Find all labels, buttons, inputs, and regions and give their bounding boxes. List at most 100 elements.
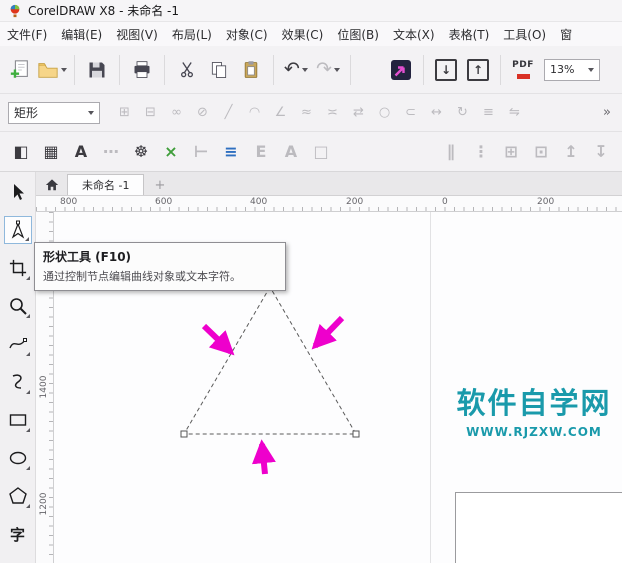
ellipse-tool[interactable] (4, 444, 32, 472)
menu-text[interactable]: 文本(X) (386, 26, 442, 43)
undo-button[interactable]: ↶ (281, 52, 311, 88)
caret-down-icon[interactable] (302, 68, 308, 72)
copy-button[interactable] (204, 52, 234, 88)
document-tabbar: 未命名 -1 + (36, 172, 622, 196)
smooth-node-icon[interactable]: ≈ (295, 101, 318, 124)
crop-tool[interactable] (4, 254, 32, 282)
import-icon: ↓ (435, 59, 457, 81)
redo-button[interactable]: ↷ (313, 52, 343, 88)
rectangle-tool[interactable] (4, 406, 32, 434)
group-objects-icon[interactable]: ⊞ (498, 139, 524, 165)
text-tool[interactable]: 字 (4, 520, 32, 548)
document-close-icon[interactable]: × (158, 139, 184, 165)
toolbar-separator (164, 55, 165, 85)
hruler-label: 800 (60, 197, 77, 207)
home-tab-button[interactable] (41, 175, 63, 195)
standard-toolbar: ↶ ↷ ↓ ↑ PDF 13% (0, 46, 622, 94)
fit-text-icon[interactable]: A (278, 139, 304, 165)
menu-bitmaps[interactable]: 位图(B) (330, 26, 386, 43)
toolbar-separator (273, 55, 274, 85)
stretch-nodes-icon[interactable]: ↔ (425, 101, 448, 124)
pick-tool[interactable] (4, 178, 32, 206)
convert-to-curve-icon[interactable]: ◠ (243, 101, 266, 124)
extract-subpath-icon[interactable]: ⊂ (399, 101, 422, 124)
align-text-icon[interactable]: ≡ (218, 139, 244, 165)
caret-down-icon[interactable] (334, 68, 340, 72)
menu-object[interactable]: 对象(C) (219, 26, 275, 43)
menu-effects[interactable]: 效果(C) (275, 26, 331, 43)
to-back-icon[interactable]: ↧ (588, 139, 614, 165)
node-handle-left[interactable] (181, 431, 187, 437)
text-frame-icon[interactable]: □ (308, 139, 334, 165)
graph-paper-icon[interactable]: ▦ (38, 139, 64, 165)
distribute-objects-icon[interactable]: ⋮ (468, 139, 494, 165)
print-button[interactable] (127, 52, 157, 88)
delete-node-icon[interactable]: ⊟ (139, 101, 162, 124)
launch-button[interactable] (386, 52, 416, 88)
menu-window[interactable]: 窗 (553, 26, 579, 43)
new-document-icon (9, 59, 31, 81)
document-tab[interactable]: 未命名 -1 (67, 174, 144, 195)
text-tool-icon: 字 (10, 524, 25, 545)
publish-pdf-button[interactable]: PDF (508, 52, 538, 88)
window-title: CorelDRAW X8 - 未命名 -1 (28, 2, 179, 19)
options-gear-icon[interactable]: ☸ (128, 139, 154, 165)
hruler-label: 200 (537, 197, 554, 207)
menu-tools[interactable]: 工具(O) (496, 26, 553, 43)
zoom-level-combo[interactable]: 13% (544, 59, 600, 81)
annotation-arrow-left (204, 326, 231, 352)
cut-button[interactable] (172, 52, 202, 88)
horizontal-ruler[interactable]: 800 600 400 200 0 200 (36, 196, 622, 212)
node-edit-icons: ⊞⊟∞⊘╱◠∠≈≍⇄○⊂↔↻≡⇋ (113, 101, 526, 124)
zoom-tool[interactable] (4, 292, 32, 320)
export-button[interactable]: ↑ (463, 52, 493, 88)
menu-file[interactable]: 文件(F) (0, 26, 54, 43)
text-toolbar-left: ◧▦A⋯☸×⊢≡EA□ (8, 139, 334, 165)
format-text-icon[interactable]: A (68, 139, 94, 165)
break-curve-icon[interactable]: ⊘ (191, 101, 214, 124)
new-document-button[interactable] (5, 52, 35, 88)
shape-tool-icon (8, 220, 28, 240)
save-icon (87, 60, 107, 80)
title-bar: CorelDRAW X8 - 未命名 -1 (0, 0, 622, 22)
reverse-direction-icon[interactable]: ⇄ (347, 101, 370, 124)
align-objects-icon[interactable]: ∥ (438, 139, 464, 165)
triangle-shape[interactable] (184, 287, 356, 434)
fill-tool-icon[interactable]: ◧ (8, 139, 34, 165)
menu-view[interactable]: 视图(V) (109, 26, 165, 43)
cusp-node-icon[interactable]: ∠ (269, 101, 292, 124)
rotate-nodes-icon[interactable]: ↻ (451, 101, 474, 124)
freehand-tool[interactable] (4, 330, 32, 358)
menu-layout[interactable]: 布局(L) (165, 26, 219, 43)
reflect-nodes-icon[interactable]: ⇋ (503, 101, 526, 124)
shape-preset-combo[interactable]: 矩形 (8, 102, 100, 124)
caret-down-icon[interactable] (61, 68, 67, 72)
text-ruler-icon[interactable]: ⊢ (188, 139, 214, 165)
symmetric-node-icon[interactable]: ≍ (321, 101, 344, 124)
node-handle-right[interactable] (353, 431, 359, 437)
hruler-label: 600 (155, 197, 172, 207)
menu-table[interactable]: 表格(T) (442, 26, 497, 43)
open-button[interactable] (37, 52, 67, 88)
convert-to-line-icon[interactable]: ╱ (217, 101, 240, 124)
bezier-tool[interactable] (4, 368, 32, 396)
annotation-arrow-right (315, 318, 342, 346)
ungroup-objects-icon[interactable]: ⊡ (528, 139, 554, 165)
menu-edit[interactable]: 编辑(E) (54, 26, 109, 43)
new-tab-button[interactable]: + (148, 175, 171, 195)
shape-tool[interactable] (4, 216, 32, 244)
paste-button[interactable] (236, 52, 266, 88)
close-curve-icon[interactable]: ○ (373, 101, 396, 124)
polygon-tool[interactable] (4, 482, 32, 510)
edit-text-icon[interactable]: E (248, 139, 274, 165)
import-button[interactable]: ↓ (431, 52, 461, 88)
add-node-icon[interactable]: ⊞ (113, 101, 136, 124)
align-nodes-icon[interactable]: ≡ (477, 101, 500, 124)
crop-tool-icon (9, 259, 27, 277)
save-button[interactable] (82, 52, 112, 88)
join-nodes-icon[interactable]: ∞ (165, 101, 188, 124)
text-cursor-icon[interactable]: ⋯ (98, 139, 124, 165)
to-front-icon[interactable]: ↥ (558, 139, 584, 165)
toolbar-overflow-chevron[interactable]: » (600, 105, 614, 120)
toolbar-separator (119, 55, 120, 85)
